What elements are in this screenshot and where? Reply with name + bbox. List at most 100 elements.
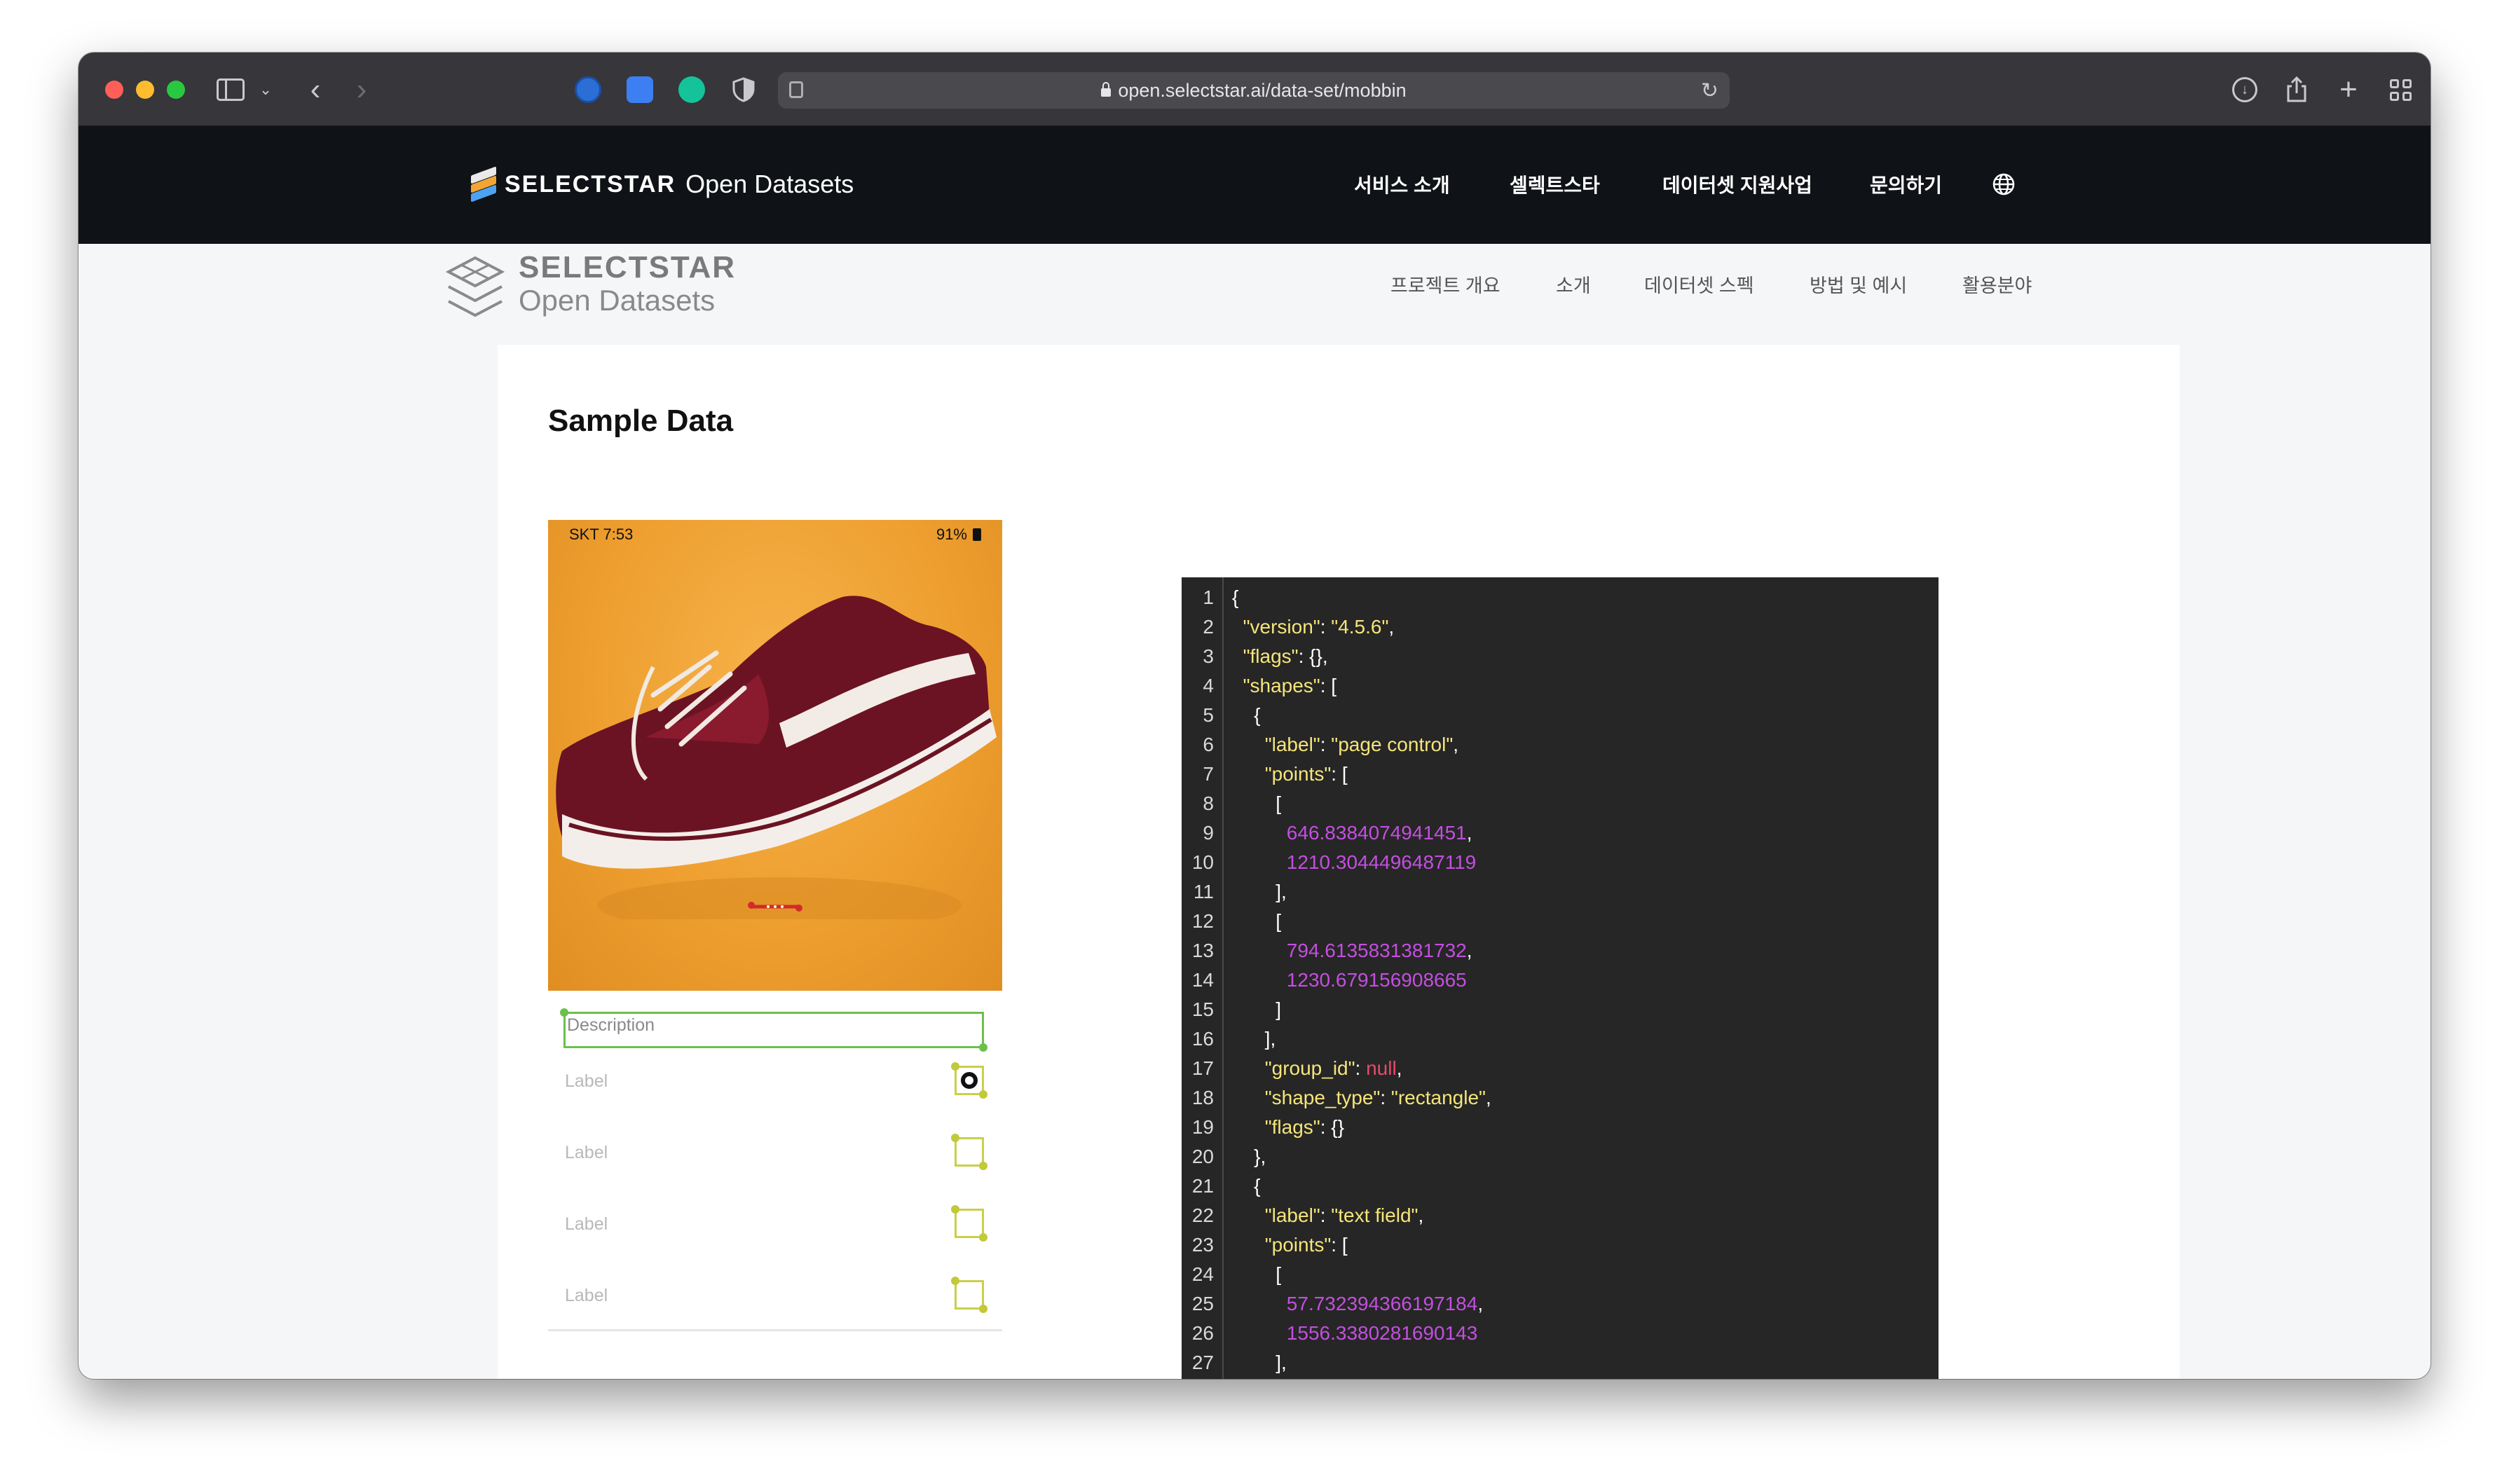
carrier-time: SKT 7:53 (569, 525, 634, 543)
code-text: "points": [ (1264, 763, 1348, 785)
code-line: 13 794.6135831381732, (1182, 936, 1939, 966)
code-line: 25 57.732394366197184, (1182, 1289, 1939, 1319)
battery-icon (973, 528, 981, 541)
line-number: 24 (1191, 1263, 1214, 1285)
line-number: 17 (1191, 1057, 1214, 1079)
code-text: [ (1232, 792, 1282, 814)
extension-2-icon[interactable] (627, 76, 653, 103)
line-number: 21 (1191, 1175, 1214, 1197)
privacy-shield-icon[interactable] (730, 76, 757, 103)
phone-status-bar: SKT 7:53 91% (569, 525, 981, 548)
line-number: 15 (1191, 998, 1214, 1020)
reload-icon[interactable]: ↻ (1701, 78, 1718, 103)
line-number: 12 (1191, 910, 1214, 932)
code-line: 16 ], (1182, 1024, 1939, 1054)
subnav-dataset-spec[interactable]: 데이터셋 스펙 (1644, 272, 1754, 300)
checkbox-annotation (951, 1134, 987, 1170)
code-text: { (1232, 586, 1239, 608)
code-text: { (1232, 1175, 1261, 1197)
site-header: SELECTSTAR Open Datasets 서비스 소개 셀렉트스타 데이… (78, 126, 2431, 244)
nav-contact[interactable]: 문의하기 (1870, 167, 1942, 202)
line-number: 5 (1203, 704, 1214, 726)
globe-language-icon[interactable] (1992, 172, 2016, 196)
line-number: 19 (1191, 1116, 1214, 1138)
shoe-photo: SKT 7:53 91% (548, 520, 1002, 991)
address-bar[interactable]: open.selectstar.ai/data-set/mobbin ↻ (778, 72, 1730, 109)
code-line: 2 "version": "4.5.6", (1182, 612, 1939, 642)
download-icon: ↓ (2232, 77, 2257, 102)
browser-toolbar: ⌄ ‹ › open.selectstar.ai/data-set/mobbin… (78, 53, 2431, 126)
label-row-checkbox: Label (563, 1277, 987, 1319)
grammarly-extension-icon[interactable] (678, 76, 705, 103)
code-line: 15 ] (1182, 995, 1939, 1024)
code-line: 6 "label": "page control", (1182, 730, 1939, 760)
line-number: 20 (1191, 1146, 1214, 1167)
code-line: 28 [ (1182, 1377, 1939, 1379)
code-line: 19 "flags": {} (1182, 1113, 1939, 1142)
new-tab-plus-icon[interactable]: + (2332, 72, 2365, 107)
line-number: 3 (1203, 645, 1214, 667)
url-path: /data-set/mobbin (1265, 80, 1407, 101)
line-number: 25 (1191, 1293, 1214, 1314)
code-line: 4 "shapes": [ (1182, 671, 1939, 701)
subnav-use-cases[interactable]: 활용분야 (1962, 272, 2032, 300)
code-text: "points": [ (1264, 1234, 1348, 1256)
label-text: Label (565, 1143, 608, 1162)
extension-1-icon[interactable] (575, 76, 601, 103)
label-text: Label (565, 1214, 608, 1234)
description-label: Description (567, 1015, 655, 1035)
lock-icon (1101, 82, 1112, 97)
code-line: 17 "group_id": null, (1182, 1054, 1939, 1083)
back-button[interactable]: ‹ (301, 72, 329, 107)
brand-logo-link[interactable]: SELECTSTAR Open Datasets (471, 166, 854, 202)
sidebar-toggle-button[interactable] (214, 74, 247, 106)
sub-brand-name: SELECTSTAR (519, 250, 737, 284)
url-text[interactable]: open.selectstar.ai/data-set/mobbin (778, 72, 1730, 109)
code-line: 7 "points": [ (1182, 760, 1939, 789)
share-icon[interactable] (2281, 72, 2313, 107)
code-text: [ (1232, 1377, 1281, 1379)
radio-button-annotation (951, 1062, 987, 1099)
dataset-subheader: SELECTSTAR Open Datasets 프로젝트 개요 소개 데이터셋… (78, 244, 2431, 345)
battery-percent: 91% (936, 525, 967, 543)
close-window-button[interactable] (105, 81, 123, 99)
description-text-field: Description (560, 1008, 987, 1052)
subnav-methods-examples[interactable]: 방법 및 예시 (1810, 272, 1907, 300)
code-text: 57.732394366197184, (1286, 1293, 1484, 1314)
nav-selectstar[interactable]: 셀렉트스타 (1510, 167, 1600, 202)
sub-brand-subtitle: Open Datasets (519, 284, 716, 317)
minimize-window-button[interactable] (136, 81, 154, 99)
code-line: 20 }, (1182, 1142, 1939, 1172)
code-text: ] (1232, 998, 1282, 1020)
open-datasets-logo-icon (446, 256, 505, 317)
tab-overview-icon[interactable] (2384, 72, 2416, 107)
tab-group-chevron-down-icon[interactable]: ⌄ (255, 74, 276, 106)
code-line: 22 "label": "text field", (1182, 1201, 1939, 1230)
code-text: 1210.3044496487119 (1286, 851, 1477, 873)
nav-service-intro[interactable]: 서비스 소개 (1354, 167, 1450, 202)
code-line: 10 1210.3044496487119 (1182, 848, 1939, 877)
code-text: "flags": {}, (1243, 645, 1328, 667)
code-line: 12 [ (1182, 907, 1939, 936)
label-text: Label (565, 1071, 608, 1091)
line-number: 16 (1191, 1028, 1214, 1050)
code-text: }, (1232, 1146, 1266, 1167)
code-line: 5 { (1182, 701, 1939, 730)
label-row-radio: Label (563, 1062, 987, 1105)
sub-brand[interactable]: SELECTSTAR Open Datasets (519, 251, 736, 317)
subnav-project-overview[interactable]: 프로젝트 개요 (1390, 272, 1500, 300)
section-title: Sample Data (548, 404, 734, 438)
downloads-button[interactable]: ↓ (2229, 72, 2261, 107)
maximize-window-button[interactable] (167, 81, 185, 99)
code-text: ], (1232, 881, 1287, 902)
json-code-viewer[interactable]: 1{2 "version": "4.5.6", 3 "flags": {}, 4 "… (1182, 577, 1939, 1379)
line-number: 22 (1191, 1204, 1214, 1226)
nav-dataset-support[interactable]: 데이터셋 지원사업 (1662, 167, 1812, 202)
line-number: 10 (1191, 851, 1214, 873)
subnav-intro[interactable]: 소개 (1556, 272, 1591, 300)
sneaker-image (556, 596, 997, 919)
line-number: 11 (1193, 881, 1214, 902)
code-line: 24 [ (1182, 1260, 1939, 1289)
code-text: 1556.3380281690143 (1286, 1322, 1478, 1344)
forward-button[interactable]: › (348, 72, 376, 107)
